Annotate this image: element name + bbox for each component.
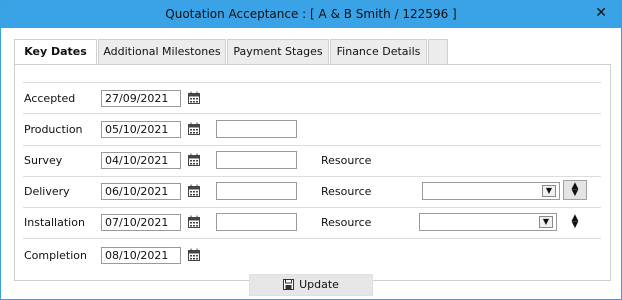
- calendar-icon[interactable]: [187, 215, 201, 229]
- divider: [23, 238, 601, 239]
- installation-resource-label: Resource: [321, 216, 372, 229]
- chevron-down-icon[interactable]: ▼: [539, 216, 553, 228]
- chevron-down-icon[interactable]: ▼: [542, 185, 556, 197]
- calendar-icon[interactable]: [187, 184, 201, 198]
- production-label: Production: [24, 123, 83, 136]
- delivery-resource-select[interactable]: ▼: [422, 182, 560, 200]
- save-icon: [283, 279, 295, 290]
- key-dates-panel: Accepted 27/09/2021 Production 05/10/202…: [14, 64, 611, 281]
- divider: [23, 145, 601, 146]
- delivery-label: Delivery: [24, 185, 70, 198]
- delivery-text-input[interactable]: [216, 182, 297, 200]
- tab-additional-milestones[interactable]: Additional Milestones: [98, 39, 226, 64]
- dialog-title: Quotation Acceptance : [ A & B Smith / 1…: [165, 7, 457, 21]
- tab-key-dates[interactable]: Key Dates: [14, 39, 97, 66]
- calendar-icon[interactable]: [187, 153, 201, 167]
- divider: [23, 207, 601, 208]
- production-text-input[interactable]: [216, 120, 297, 138]
- calendar-icon[interactable]: [187, 248, 201, 262]
- divider: [23, 113, 601, 114]
- delivery-resource-label: Resource: [321, 185, 372, 198]
- accepted-label: Accepted: [24, 92, 76, 105]
- completion-label: Completion: [24, 249, 88, 262]
- divider: [23, 82, 601, 83]
- tab-payment-stages[interactable]: Payment Stages: [227, 39, 329, 64]
- update-label: Update: [299, 278, 339, 291]
- installation-date-input[interactable]: 07/10/2021: [101, 214, 181, 231]
- accepted-date-input[interactable]: 27/09/2021: [101, 90, 181, 107]
- title-bar: Quotation Acceptance : [ A & B Smith / 1…: [1, 1, 621, 28]
- calendar-icon[interactable]: [187, 122, 201, 136]
- production-date-input[interactable]: 05/10/2021: [101, 121, 181, 138]
- divider: [23, 176, 601, 177]
- delivery-resource-stepper[interactable]: ▲ ▼: [563, 180, 587, 200]
- update-button[interactable]: Update: [249, 274, 373, 296]
- calendar-icon[interactable]: [187, 91, 201, 105]
- dialog-window: Quotation Acceptance : [ A & B Smith / 1…: [0, 0, 622, 300]
- tab-empty: [428, 39, 448, 64]
- completion-date-input[interactable]: 08/10/2021: [101, 247, 181, 264]
- tab-finance-details[interactable]: Finance Details: [330, 39, 427, 64]
- installation-label: Installation: [24, 216, 85, 229]
- close-icon[interactable]: ✕: [595, 5, 607, 21]
- installation-resource-select[interactable]: ▼: [419, 213, 557, 231]
- delivery-date-input[interactable]: 06/10/2021: [101, 183, 181, 200]
- survey-text-input[interactable]: [216, 151, 297, 169]
- installation-text-input[interactable]: [216, 213, 297, 231]
- survey-label: Survey: [24, 154, 63, 167]
- survey-date-input[interactable]: 04/10/2021: [101, 152, 181, 169]
- survey-resource-label: Resource: [321, 154, 372, 167]
- installation-resource-stepper[interactable]: ▲ ▼: [563, 212, 587, 232]
